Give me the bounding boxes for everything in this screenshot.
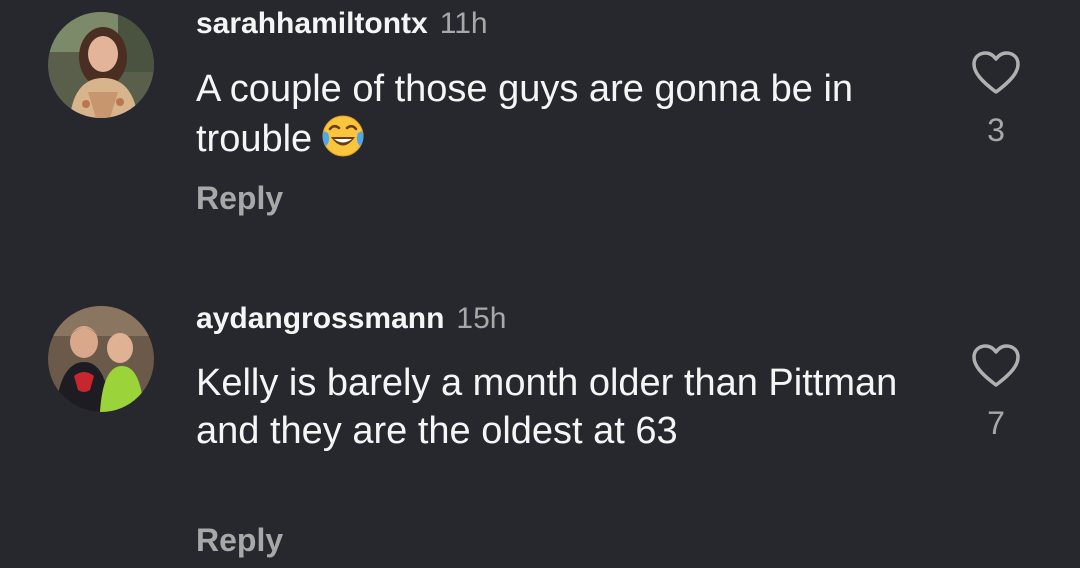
avatar[interactable] <box>48 306 154 412</box>
comments-list: sarahhamiltontx 11h A couple of those guy… <box>0 0 1080 568</box>
username[interactable]: sarahhamiltontx <box>196 7 428 40</box>
heart-outline-icon[interactable] <box>970 343 1022 389</box>
comment-text: Kelly is barely a month older than Pittm… <box>196 359 916 455</box>
comment-body: A couple of those guys are gonna be in t… <box>196 68 854 160</box>
comment-text: A couple of those guys are gonna be in t… <box>196 65 916 163</box>
avatar[interactable] <box>48 12 154 118</box>
comment-meta: aydangrossmann 15h <box>196 304 506 334</box>
username[interactable]: aydangrossmann <box>196 302 444 335</box>
comment-body: Kelly is barely a month older than Pittm… <box>196 362 898 452</box>
like-count: 3 <box>987 112 1005 148</box>
timestamp: 15h <box>456 302 507 335</box>
like-control: 7 <box>968 343 1024 439</box>
like-count: 7 <box>987 405 1005 441</box>
avatar-image <box>48 12 154 118</box>
comment-meta: sarahhamiltontx 11h <box>196 9 488 39</box>
avatar-image <box>48 306 154 412</box>
like-control: 3 <box>968 50 1024 146</box>
reply-button[interactable]: Reply <box>196 524 283 556</box>
reply-button[interactable]: Reply <box>196 182 283 214</box>
timestamp: 11h <box>439 7 488 40</box>
heart-outline-icon[interactable] <box>970 50 1022 96</box>
face-with-tears-of-joy-icon <box>322 115 364 157</box>
